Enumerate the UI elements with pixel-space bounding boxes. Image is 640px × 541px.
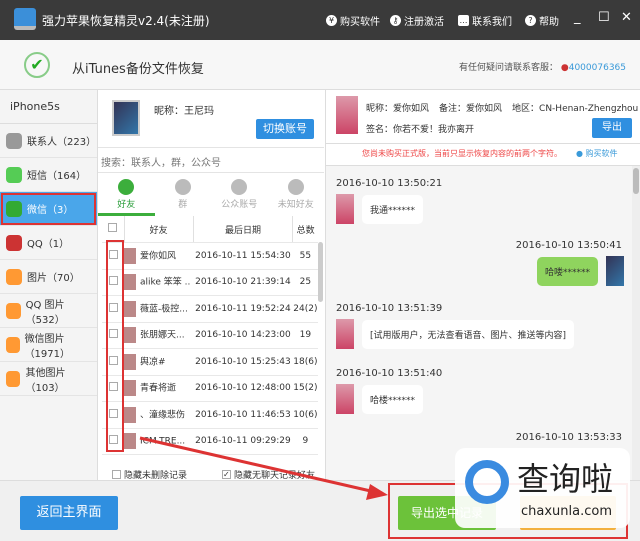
watermark-domain: chaxunla.com (521, 504, 612, 519)
watermark-brand: 查询啦 (517, 460, 614, 498)
watermark-logo-icon (465, 460, 509, 504)
watermark: 查询啦 chaxunla.com (455, 448, 630, 528)
